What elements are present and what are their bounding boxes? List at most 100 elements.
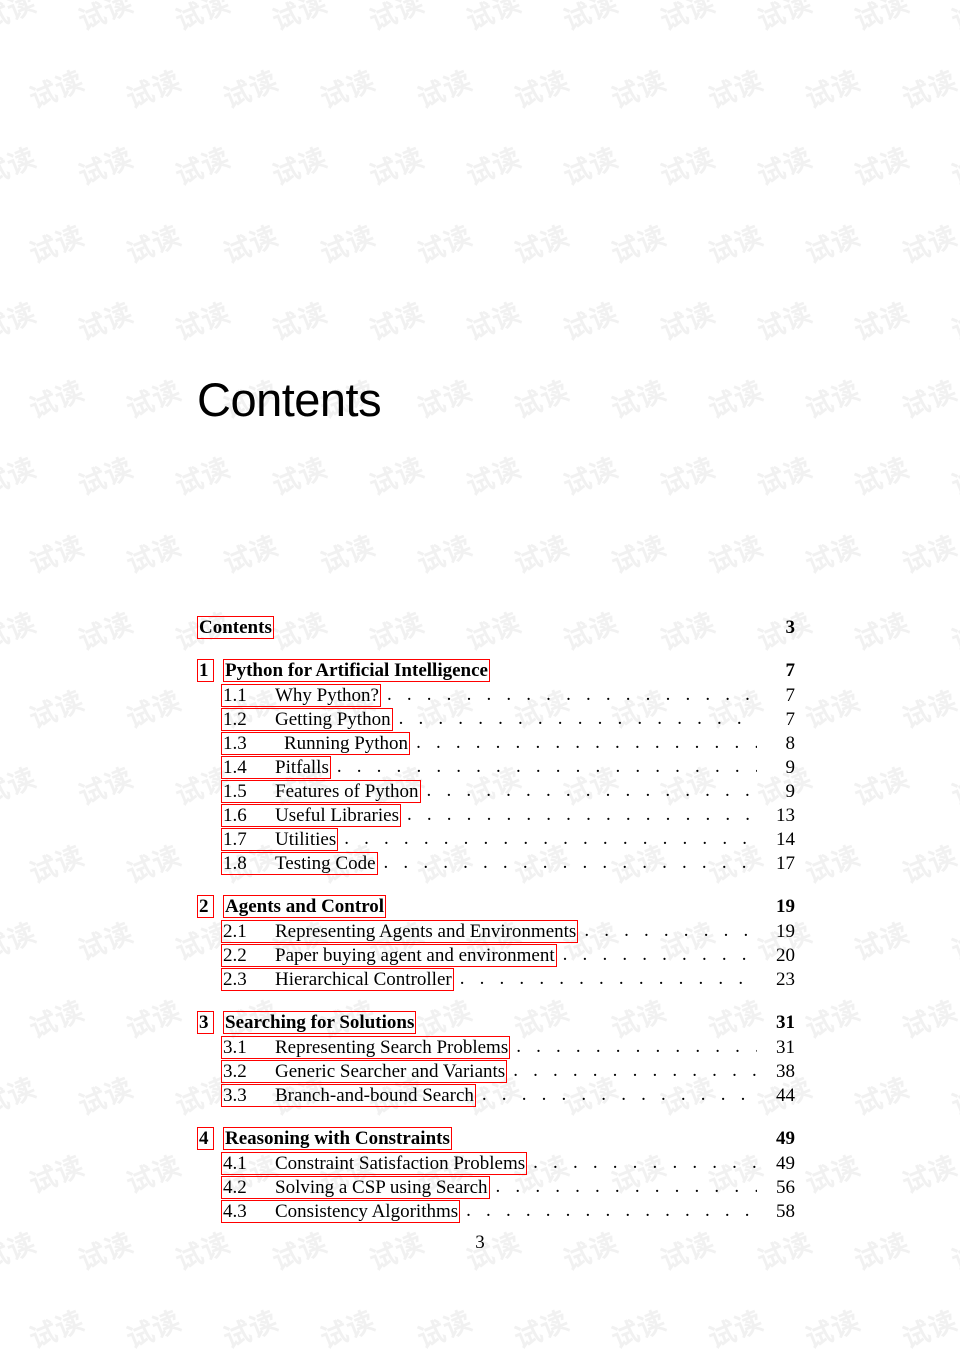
toc-row[interactable]: 3.1 Representing Search Problems . . . . .… xyxy=(197,1036,795,1060)
toc-chapter-number[interactable]: 2 xyxy=(197,895,214,918)
toc-row[interactable]: 1.7 Utilities . . . . . . . . . . . . . . … xyxy=(197,828,795,852)
toc-section-number: 2.1 xyxy=(223,921,247,942)
toc-link-section[interactable]: 1.1 Why Python? xyxy=(221,684,381,707)
toc-section-title: Getting Python xyxy=(275,709,391,730)
toc-leader: . . . . . . . . . . . . . . . . . . . . … xyxy=(481,1084,757,1105)
toc-chapter-number[interactable]: 3 xyxy=(197,1011,214,1034)
toc-link-section[interactable]: 4.1 Constraint Satisfaction Problems xyxy=(221,1152,528,1175)
toc-page-number: 58 xyxy=(776,1201,795,1222)
toc-section-title: Running Python xyxy=(284,733,409,754)
toc-row[interactable]: 2.1 Representing Agents and Environments.… xyxy=(197,920,795,944)
toc-leader: . . . . . . . . . . . . . . . . . . . . … xyxy=(416,732,757,753)
toc-row[interactable]: 4.2 Solving a CSP using Search . . . . . .… xyxy=(197,1176,795,1200)
toc-row[interactable]: 2.3 Hierarchical Controller . . . . . . . … xyxy=(197,968,795,992)
page-title: Contents xyxy=(197,373,382,426)
toc-page-number: 14 xyxy=(776,829,795,850)
toc-link-section[interactable]: 1.2 Getting Python xyxy=(221,708,393,731)
toc-chapter-number[interactable]: 4 xyxy=(197,1127,214,1150)
toc-link-section[interactable]: 2.3 Hierarchical Controller xyxy=(221,968,454,991)
toc-row[interactable]: 4.3 Consistency Algorithms . . . . . . . .… xyxy=(197,1200,795,1224)
toc-page-number: 31 xyxy=(776,1037,795,1058)
toc-leader: . . . . . . . . . . . . . . . . . . . . … xyxy=(513,1060,757,1081)
toc-row[interactable]: 1.1 Why Python? . . . . . . . . . . . . . … xyxy=(197,684,795,708)
toc-leader: . . . . . . . . . . . . . . . . . . . . … xyxy=(533,1152,757,1173)
toc-link-chapter-title[interactable]: Searching for Solutions xyxy=(223,1011,417,1034)
toc-page-number: 19 xyxy=(776,921,795,942)
toc-leader: . . . . . . . . . . . . . . . . . . . . … xyxy=(398,708,757,729)
toc-leader: . . . . . . . . . . . . . . . . . . . . … xyxy=(495,1176,757,1197)
toc-section-title: Why Python? xyxy=(275,685,379,706)
toc-row[interactable]: 4 Reasoning with Constraints 49 xyxy=(197,1127,795,1152)
toc-link-chapter-title[interactable]: Reasoning with Constraints xyxy=(223,1127,452,1150)
toc-leader: . . . . . . . . . . . . . . . . . . . . … xyxy=(406,804,757,825)
toc-section-number: 4.2 xyxy=(223,1177,247,1198)
toc-link-chapter-title[interactable]: Python for Artificial Intelligence xyxy=(223,659,490,682)
toc-section-number: 4.3 xyxy=(223,1201,247,1222)
toc-leader: . . . . . . . . . . . . . . . . . . . . … xyxy=(562,944,757,965)
toc-page-number: 7 xyxy=(785,685,796,706)
toc-page-number: 49 xyxy=(776,1153,795,1174)
toc-row[interactable]: 1 Python for Artificial Intelligence 7 xyxy=(197,659,795,684)
toc-section-title: Hierarchical Controller xyxy=(275,969,452,990)
toc-page-number: 56 xyxy=(776,1177,795,1198)
toc-link-section[interactable]: 2.1 Representing Agents and Environments xyxy=(221,920,579,943)
toc-link-section[interactable]: 3.2 Generic Searcher and Variants xyxy=(221,1060,508,1083)
toc-row[interactable]: 2.2 Paper buying agent and environment . .… xyxy=(197,944,795,968)
toc-page-number: 3 xyxy=(785,617,796,638)
toc-section-title: Pitfalls xyxy=(275,757,329,778)
toc-link-section[interactable]: 3.3 Branch-and-bound Search xyxy=(221,1084,476,1107)
toc-section-number: 1.3 xyxy=(223,733,247,754)
toc-row[interactable]: 1.4 Pitfalls . . . . . . . . . . . . . . .… xyxy=(197,756,795,780)
toc-page-number: 9 xyxy=(785,757,796,778)
toc-leader: . . . . . . . . . . . . . . . . . . . . … xyxy=(383,852,757,873)
toc-section-number: 4.1 xyxy=(223,1153,247,1174)
toc-row[interactable]: 1.5 Features of Python . . . . . . . . . .… xyxy=(197,780,795,804)
toc-link-section[interactable]: 1.4 Pitfalls xyxy=(221,756,331,779)
toc-link-section[interactable]: 4.2 Solving a CSP using Search xyxy=(221,1176,490,1199)
toc-section-title: Paper buying agent and environment xyxy=(275,945,555,966)
toc-row[interactable]: 3.2 Generic Searcher and Variants . . . . … xyxy=(197,1060,795,1084)
toc-row[interactable]: 1.6 Useful Libraries . . . . . . . . . . .… xyxy=(197,804,795,828)
toc-row[interactable]: Contents 3 xyxy=(197,616,795,640)
toc-row[interactable]: 3.3 Branch-and-bound Search . . . . . . . … xyxy=(197,1084,795,1108)
toc-row[interactable]: 4.1 Constraint Satisfaction Problems . . .… xyxy=(197,1152,795,1176)
toc-link-section[interactable]: 1.6 Useful Libraries xyxy=(221,804,401,827)
toc-row[interactable]: 1.2 Getting Python . . . . . . . . . . . .… xyxy=(197,708,795,732)
page-folio-number: 3 xyxy=(475,1232,485,1253)
toc-link-chapter-title[interactable]: Agents and Control xyxy=(223,895,387,918)
toc-section-title: Useful Libraries xyxy=(275,805,399,826)
toc-section-number: 3.3 xyxy=(223,1085,247,1106)
toc-page-number: 9 xyxy=(785,781,796,802)
toc-link-section[interactable]: 3.1 Representing Search Problems xyxy=(221,1036,511,1059)
toc-link-section[interactable]: 1.3 Running Python xyxy=(221,732,411,755)
toc-section-title: Features of Python xyxy=(275,781,419,802)
toc-page-number: 20 xyxy=(776,945,795,966)
toc-row[interactable]: 2 Agents and Control 19 xyxy=(197,895,795,920)
toc-page-number: 7 xyxy=(785,709,796,730)
toc-link-section[interactable]: 2.2 Paper buying agent and environment xyxy=(221,944,557,967)
toc-section-title: Testing Code xyxy=(275,853,376,874)
toc-link-contents[interactable]: Contents xyxy=(197,616,274,639)
toc-section-title: Utilities xyxy=(275,829,337,850)
toc-link-section[interactable]: 1.5 Features of Python xyxy=(221,780,421,803)
toc-page-number: 17 xyxy=(776,853,795,874)
toc-page-number: 38 xyxy=(776,1061,795,1082)
toc-page-number: 44 xyxy=(776,1085,795,1106)
toc-link-section[interactable]: 1.7 Utilities xyxy=(221,828,339,851)
toc-section-number: 1.7 xyxy=(223,829,247,850)
toc-row[interactable]: 1.8 Testing Code . . . . . . . . . . . . .… xyxy=(197,852,795,876)
toc-section-title: Generic Searcher and Variants xyxy=(275,1061,506,1082)
toc-chapter-number[interactable]: 1 xyxy=(197,659,214,682)
toc-section-number: 1.8 xyxy=(223,853,247,874)
toc-row[interactable]: 3 Searching for Solutions 31 xyxy=(197,1011,795,1036)
toc-section-number: 1.4 xyxy=(223,757,247,778)
toc-leader: . . . . . . . . . . . . . . . . . . . . … xyxy=(426,780,757,801)
toc-section-title: Representing Search Problems xyxy=(275,1037,509,1058)
toc-row[interactable]: 1.3 Running Python . . . . . . . . . . . .… xyxy=(197,732,795,756)
toc-link-section[interactable]: 4.3 Consistency Algorithms xyxy=(221,1200,461,1223)
toc-section-number: 1.5 xyxy=(223,781,247,802)
toc-link-section[interactable]: 1.8 Testing Code xyxy=(221,852,378,875)
toc-page-number: 31 xyxy=(776,1012,795,1033)
table-of-contents: Contents 3 1 Python for Artificial Intellig… xyxy=(197,616,795,1224)
toc-section-number: 2.2 xyxy=(223,945,247,966)
